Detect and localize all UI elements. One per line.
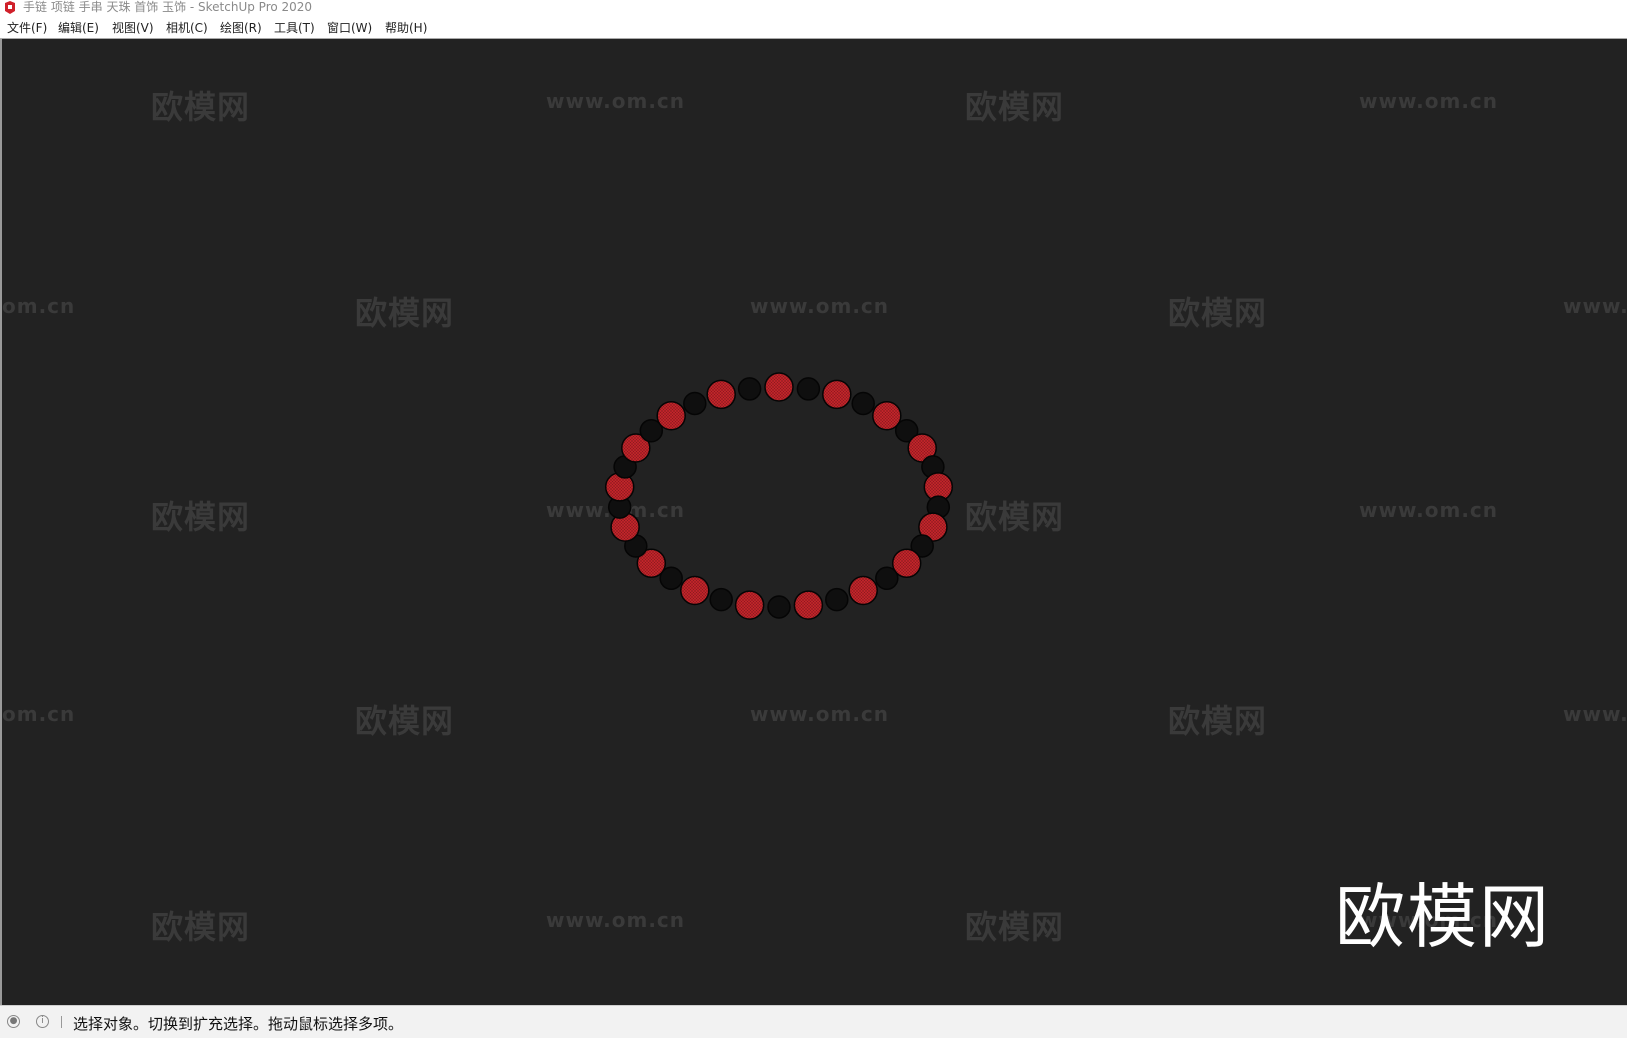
bead-mesh: [657, 401, 686, 430]
menu-help[interactable]: 帮助(H): [385, 20, 427, 36]
bead-mesh: [707, 380, 736, 409]
black-bead[interactable]: [851, 391, 875, 416]
status-text: 选择对象。切换到扩充选择。拖动鼠标选择多项。: [73, 1015, 404, 1033]
black-bead[interactable]: [683, 391, 707, 416]
menu-edit[interactable]: 编辑(E): [58, 20, 99, 36]
black-bead[interactable]: [737, 377, 762, 401]
black-bead[interactable]: [875, 566, 899, 591]
menu-bar: 文件(F) 编辑(E) 视图(V) 相机(C) 绘图(R) 工具(T) 窗口(W…: [0, 17, 1627, 39]
title-bar: 手链 项链 手串 天珠 首饰 玉饰 - SketchUp Pro 2020: [0, 0, 1627, 17]
menu-view[interactable]: 视图(V): [112, 20, 154, 36]
window-title: 手链 项链 手串 天珠 首饰 玉饰 - SketchUp Pro 2020: [23, 0, 313, 14]
bead-mesh: [680, 576, 709, 605]
menu-window[interactable]: 窗口(W): [327, 20, 372, 36]
black-bead[interactable]: [796, 377, 821, 401]
bead-mesh: [794, 591, 823, 620]
black-bead[interactable]: [709, 587, 733, 612]
menu-draw[interactable]: 绘图(R): [220, 20, 262, 36]
black-bead[interactable]: [825, 587, 849, 612]
brand-logo: 欧模网: [1335, 876, 1551, 958]
menu-tools[interactable]: 工具(T): [274, 20, 315, 36]
status-divider: [61, 1016, 62, 1028]
sketchup-icon: [3, 0, 17, 15]
bead-mesh: [765, 373, 793, 401]
geo-location-icon[interactable]: ●: [7, 1015, 20, 1028]
menu-camera[interactable]: 相机(C): [166, 20, 208, 36]
info-icon[interactable]: i: [36, 1015, 49, 1028]
bead-mesh: [849, 576, 878, 605]
bead-mesh: [822, 380, 851, 409]
status-bar: ● i 选择对象。切换到扩充选择。拖动鼠标选择多项。: [0, 1005, 1627, 1038]
menu-file[interactable]: 文件(F): [7, 20, 47, 36]
model-viewport[interactable]: 欧模网 www.om.cn 欧模网 www.om.cn om.cn 欧模网 ww…: [0, 39, 1627, 1005]
bead-mesh: [735, 591, 764, 620]
black-bead[interactable]: [767, 595, 791, 619]
